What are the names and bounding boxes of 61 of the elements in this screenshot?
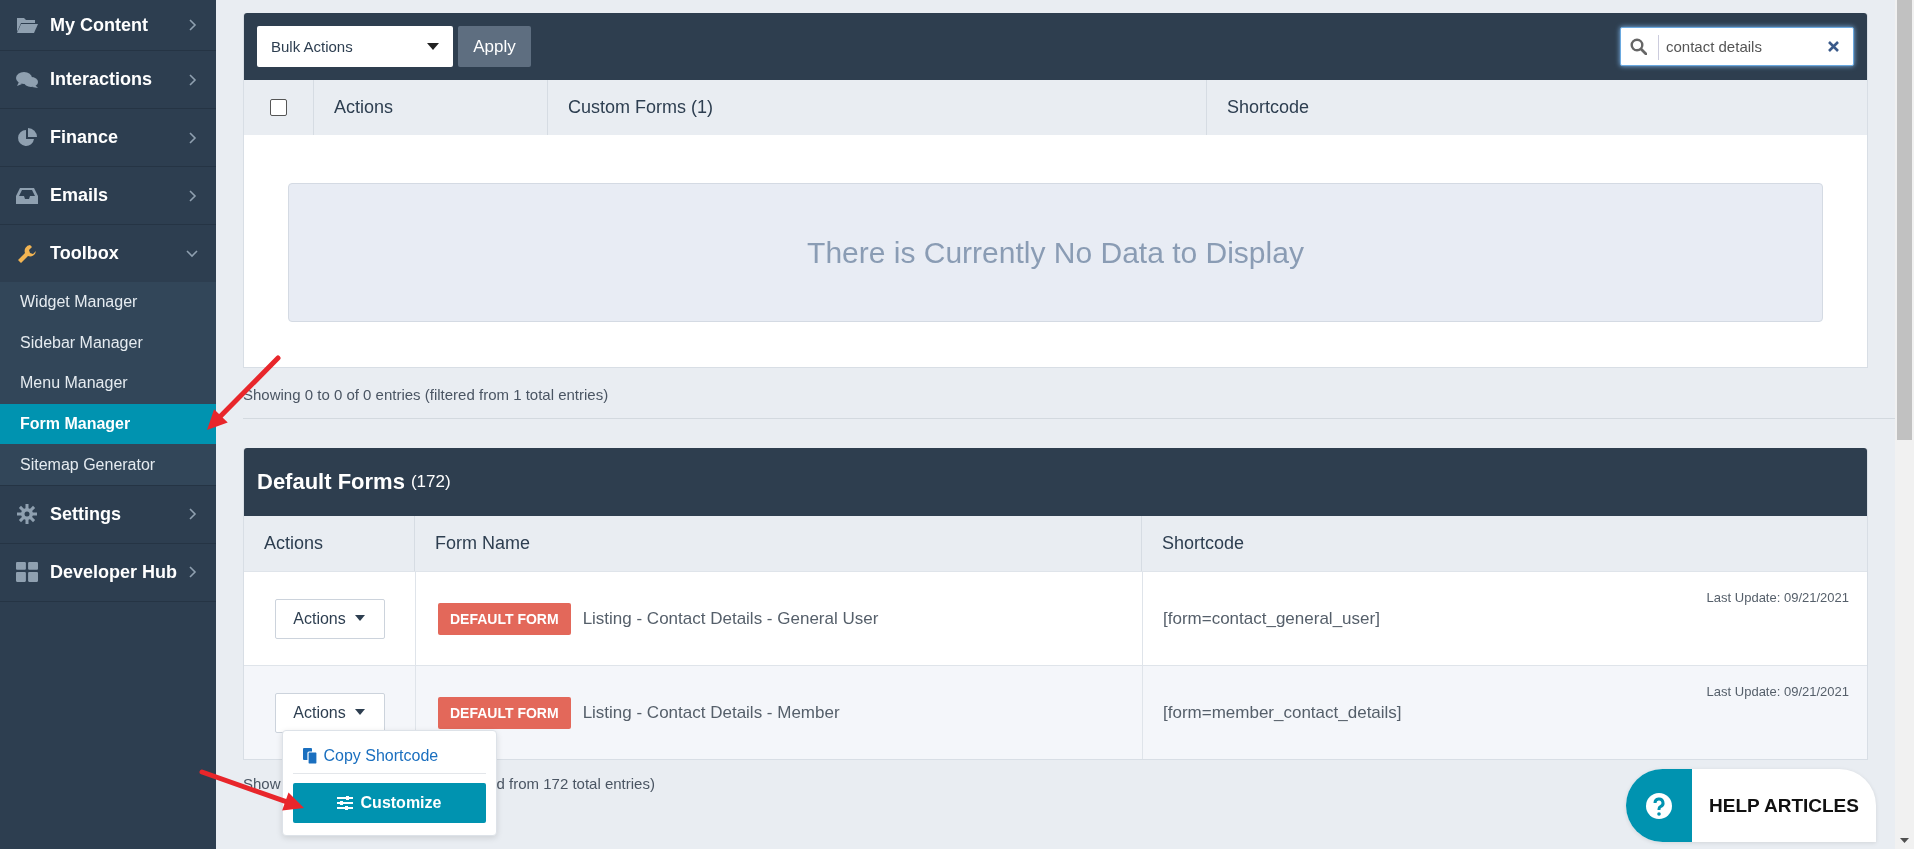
- copy-shortcode-link[interactable]: Copy Shortcode: [292, 738, 486, 774]
- folder-icon: [16, 15, 38, 35]
- inbox-icon: [16, 185, 38, 206]
- chevron-right-icon: [188, 73, 198, 86]
- chevron-right-icon: [188, 189, 198, 202]
- chevron-right-icon: [188, 19, 198, 31]
- customize-button[interactable]: Customize: [292, 782, 486, 823]
- pie-chart-icon: [16, 127, 38, 148]
- sidebar-item[interactable]: Finance: [0, 109, 216, 167]
- sidebar-subitem[interactable]: Menu Manager: [0, 363, 216, 404]
- form-name: Listing - Contact Details - General User: [582, 608, 879, 629]
- sidebar-item[interactable]: Interactions: [0, 51, 216, 109]
- column-header: Shortcode: [1162, 533, 1245, 554]
- form-name: Listing - Contact Details - Member: [582, 702, 840, 723]
- shortcode: [form=contact_general_user]: [1163, 608, 1380, 629]
- question-icon: [1645, 791, 1673, 820]
- sidebar-item[interactable]: Developer Hub: [0, 543, 216, 602]
- default-form-badge: DEFAULT FORM: [438, 602, 571, 635]
- last-update: Last Update: 09/21/2021: [1706, 684, 1849, 699]
- search-field[interactable]: contact details: [1620, 27, 1854, 66]
- entries-summary: Showing 0 to 0 of 0 entries (filtered from 1 total entries): [243, 386, 609, 403]
- grid-icon: [16, 562, 38, 583]
- sliders-icon: [336, 795, 353, 810]
- chat-icon: [16, 69, 38, 90]
- bulk-actions-dropdown[interactable]: Bulk Actions: [257, 26, 453, 67]
- default-form-badge: DEFAULT FORM: [438, 696, 571, 729]
- caret-icon: [427, 43, 439, 50]
- help-articles-button[interactable]: HELP ARTICLES: [1626, 769, 1876, 842]
- entries-summary: d from 172 total entries): [496, 775, 655, 792]
- checkbox[interactable]: [270, 99, 287, 116]
- chevron-right-icon: [188, 508, 198, 521]
- column-header: Actions: [334, 97, 394, 118]
- table-title: Default Forms: [257, 469, 405, 495]
- sidebar-item[interactable]: Toolbox: [0, 225, 216, 282]
- sidebar-item[interactable]: Emails: [0, 167, 216, 225]
- last-update: Last Update: 09/21/2021: [1706, 590, 1849, 605]
- apply-button[interactable]: Apply: [458, 26, 531, 67]
- column-header: Shortcode: [1227, 97, 1310, 118]
- empty-message: There is Currently No Data to Display: [288, 183, 1823, 322]
- chevron-right-icon: [188, 566, 198, 579]
- sidebar-subitem[interactable]: Form Manager: [0, 403, 216, 445]
- caret-icon: [353, 615, 366, 622]
- caret-icon: [353, 709, 366, 716]
- actions-button[interactable]: Actions: [274, 598, 385, 639]
- column-header: Actions: [264, 533, 324, 554]
- actions-button[interactable]: Actions: [274, 692, 385, 733]
- sidebar-subitem[interactable]: Sitemap Generator: [0, 444, 216, 485]
- sidebar-subitem[interactable]: Sidebar Manager: [0, 322, 216, 364]
- sidebar-item[interactable]: My Content: [0, 0, 216, 51]
- chevron-right-icon: [188, 131, 198, 144]
- wrench-icon: [16, 243, 38, 264]
- search-icon: [1630, 38, 1647, 55]
- column-header: Custom Forms (1): [568, 97, 713, 118]
- sidebar-subitem[interactable]: Widget Manager: [0, 282, 216, 323]
- shortcode: [form=member_contact_details]: [1163, 702, 1402, 723]
- scrollbar[interactable]: [1895, 0, 1914, 849]
- chevron-down-icon: [186, 248, 198, 259]
- copy-icon: [302, 747, 318, 764]
- count: (172): [410, 472, 451, 492]
- sidebar-item[interactable]: Settings: [0, 485, 216, 544]
- column-header: Form Name: [435, 533, 530, 554]
